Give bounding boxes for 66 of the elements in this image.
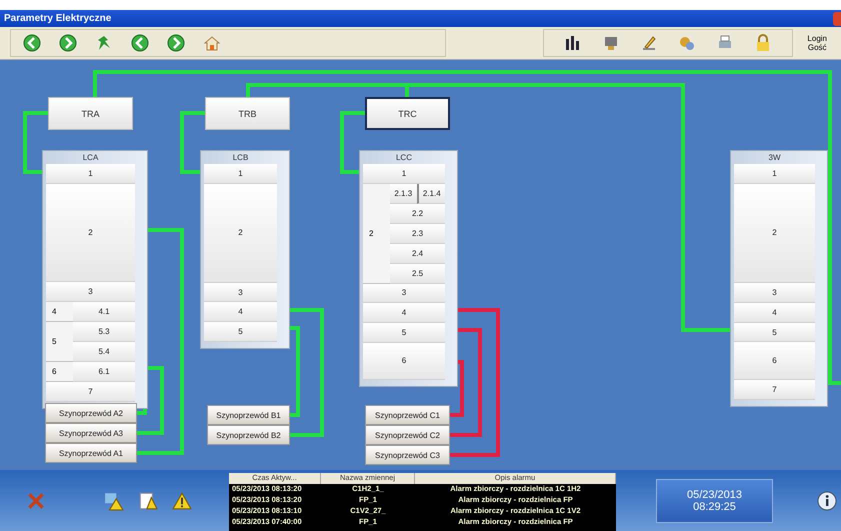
panel-row[interactable]: 5.4 bbox=[73, 342, 135, 362]
busbar-button[interactable]: Szynoprzewód C1 bbox=[365, 405, 450, 425]
panel-row[interactable]: 2.3 bbox=[390, 224, 445, 244]
busbar-button[interactable]: Szynoprzewód B2 bbox=[207, 425, 290, 445]
panel-row[interactable]: 2 bbox=[204, 184, 277, 283]
panel-row[interactable]: 6 bbox=[363, 342, 445, 380]
panel-row[interactable]: 4 bbox=[734, 302, 815, 323]
panel-row[interactable]: 5 bbox=[204, 322, 277, 342]
group-label[interactable]: 4 bbox=[46, 302, 73, 322]
back-icon[interactable] bbox=[131, 34, 149, 52]
clock-time: 08:29:25 bbox=[693, 500, 736, 512]
panel-title: LCA bbox=[82, 152, 100, 164]
forward-icon[interactable] bbox=[167, 34, 185, 52]
document-warning-icon[interactable] bbox=[138, 490, 158, 510]
clock-date: 05/23/2013 bbox=[686, 488, 742, 500]
user-name: Gość bbox=[808, 43, 827, 52]
info-icon[interactable] bbox=[817, 490, 837, 510]
window-title: Parametry Elektryczne bbox=[4, 13, 112, 24]
panel-row[interactable]: 2 bbox=[46, 184, 135, 282]
panel-row[interactable]: 4 bbox=[204, 302, 277, 322]
panel-row[interactable]: 5.3 bbox=[73, 322, 135, 342]
user-label: Login bbox=[807, 34, 827, 43]
busbar-button[interactable]: Szynoprzewód C3 bbox=[365, 445, 450, 465]
panel-row[interactable]: 3 bbox=[46, 282, 135, 302]
panel-row[interactable]: 7 bbox=[734, 380, 815, 400]
busbar-button[interactable]: Szynoprzewód A2 bbox=[45, 403, 137, 423]
panel-row[interactable]: 1 bbox=[46, 164, 135, 184]
forward-icon[interactable] bbox=[59, 34, 77, 52]
panel-title: 3W bbox=[768, 152, 782, 164]
group-label[interactable]: 6 bbox=[46, 362, 73, 382]
panel-row[interactable]: 2.1.4 bbox=[416, 184, 445, 204]
panel-row[interactable]: 2 bbox=[734, 184, 815, 283]
busbar-button[interactable]: Szynoprzewód B1 bbox=[207, 405, 290, 425]
group-label[interactable]: 2 bbox=[363, 184, 390, 284]
busbar-button[interactable]: Szynoprzewód A3 bbox=[45, 423, 137, 443]
panel-row[interactable]: 2.2 bbox=[390, 204, 445, 224]
connector-line bbox=[23, 111, 48, 174]
panel-row[interactable]: 3 bbox=[734, 282, 815, 303]
busbar-button[interactable]: Szynoprzewód C2 bbox=[365, 425, 450, 445]
home-icon[interactable] bbox=[203, 34, 221, 52]
panel-row[interactable]: 3 bbox=[204, 282, 277, 302]
busbar-button[interactable]: Szynoprzewód A1 bbox=[45, 443, 137, 463]
transformer-node[interactable]: TRA bbox=[48, 97, 133, 130]
transformer-node[interactable]: TRB bbox=[205, 97, 290, 130]
panel-row[interactable]: 7 bbox=[46, 382, 135, 402]
panel-row[interactable]: 1 bbox=[734, 164, 815, 184]
warning-icon[interactable] bbox=[172, 490, 192, 510]
panel-row[interactable]: 3 bbox=[363, 284, 445, 304]
panel-row[interactable]: 5 bbox=[363, 322, 445, 343]
panel-row[interactable]: 1 bbox=[204, 164, 277, 184]
panel-row[interactable]: 6 bbox=[734, 342, 815, 380]
panel-row[interactable]: 4 bbox=[363, 303, 445, 323]
panel-row[interactable]: 5 bbox=[734, 322, 815, 342]
panel-row[interactable]: 2.5 bbox=[390, 264, 445, 284]
panel-title: LCB bbox=[232, 152, 250, 164]
panel-row[interactable]: 1 bbox=[363, 164, 445, 184]
network-warning-icon[interactable] bbox=[104, 490, 124, 510]
panel-title: LCC bbox=[394, 152, 413, 164]
panel-row[interactable]: 4.1 bbox=[73, 302, 135, 322]
panel-row[interactable]: 2.1.3 bbox=[390, 184, 416, 204]
panel-row[interactable]: 2.4 bbox=[390, 244, 445, 264]
panel-row[interactable]: 6.1 bbox=[73, 362, 135, 382]
transformer-node[interactable]: TRC bbox=[365, 97, 450, 130]
pencil-icon[interactable] bbox=[640, 34, 658, 52]
back-icon[interactable] bbox=[23, 34, 41, 52]
group-label[interactable]: 5 bbox=[46, 322, 73, 362]
